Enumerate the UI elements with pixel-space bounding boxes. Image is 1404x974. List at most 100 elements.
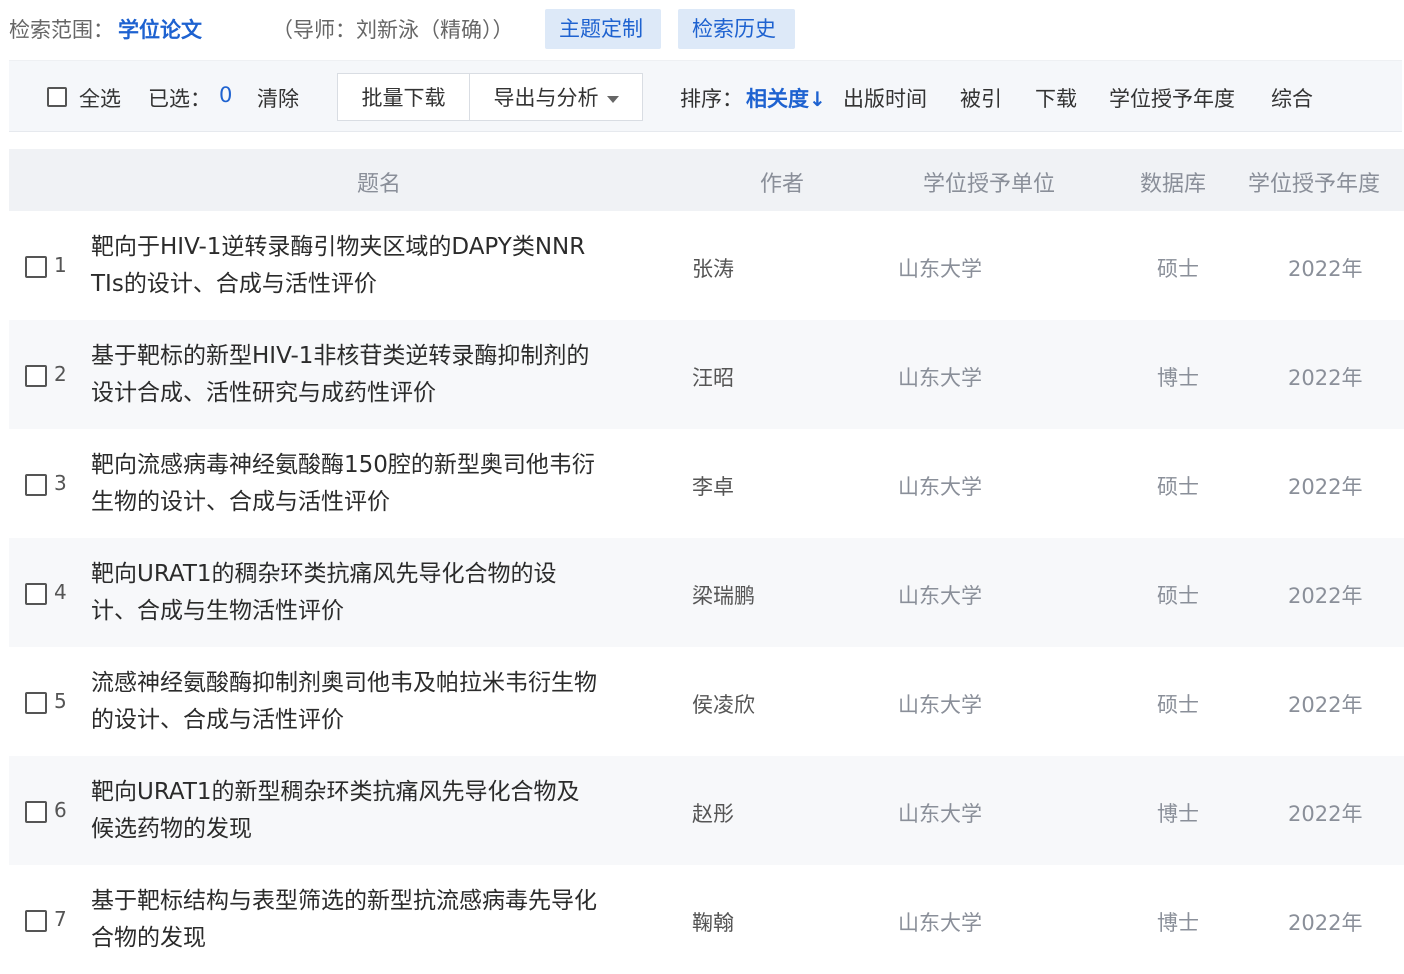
row-number: 1 xyxy=(54,253,67,277)
theme-customize-button[interactable]: 主题定制 xyxy=(545,9,661,49)
row-author-link[interactable]: 张涛 xyxy=(692,253,734,283)
table-header: 题名 作者 学位授予单位 数据库 学位授予年度 xyxy=(9,149,1404,211)
row-year: 2022年 xyxy=(1288,366,1363,390)
batch-download-label: 批量下载 xyxy=(361,86,446,110)
sort-degree-year[interactable]: 学位授予年度 xyxy=(1109,83,1235,113)
header-title: 题名 xyxy=(357,172,402,197)
row-number: 4 xyxy=(54,580,67,604)
row-title-line: 的设计、合成与活性评价 xyxy=(91,707,344,733)
sort-desc-arrow-icon: ↓ xyxy=(809,87,826,111)
row-title-link[interactable]: 基于靶标结构与表型筛选的新型抗流感病毒先导化 合物的发现 xyxy=(91,883,676,957)
results-table: 题名 作者 学位授予单位 数据库 学位授予年度 1 靶向于HIV-1逆转录酶引物… xyxy=(9,149,1404,974)
row-checkbox[interactable] xyxy=(25,474,47,496)
row-checkbox[interactable] xyxy=(25,692,47,714)
row-checkbox[interactable] xyxy=(25,365,47,387)
results-toolbar: 全选 已选： 0 清除 批量下载 导出与分析 排序： 相关度↓ 出版时间 被引 … xyxy=(9,60,1402,132)
sort-relevance-label: 相关度 xyxy=(746,87,809,111)
row-title-line: 靶向URAT1的稠杂环类抗痛风先导化合物的设 xyxy=(91,561,557,587)
row-title-line: 基于靶标的新型HIV-1非核苷类逆转录酶抑制剂的 xyxy=(91,343,590,369)
row-unit-link[interactable]: 山东大学 xyxy=(898,907,982,937)
row-author-link[interactable]: 侯凌欣 xyxy=(692,689,755,719)
row-title-line: 合物的发现 xyxy=(91,925,206,951)
sort-cited[interactable]: 被引 xyxy=(960,83,1002,113)
row-unit-link[interactable]: 山东大学 xyxy=(898,253,982,283)
scope-value-link[interactable]: 学位论文 xyxy=(118,14,202,44)
row-number: 3 xyxy=(54,471,67,495)
sort-relevance[interactable]: 相关度↓ xyxy=(746,83,826,113)
table-row: 1 靶向于HIV-1逆转录酶引物夹区域的DAPY类NNR TIs的设计、合成与活… xyxy=(9,211,1404,320)
row-title-link[interactable]: 流感神经氨酸酶抑制剂奥司他韦及帕拉米韦衍生物 的设计、合成与活性评价 xyxy=(91,665,676,739)
table-row: 7 基于靶标结构与表型筛选的新型抗流感病毒先导化 合物的发现 鞠翰 山东大学 博… xyxy=(9,865,1404,974)
row-number: 7 xyxy=(54,907,67,931)
row-author-link[interactable]: 赵彤 xyxy=(692,798,734,828)
row-title-line: 生物的设计、合成与活性评价 xyxy=(91,489,390,515)
row-unit-link[interactable]: 山东大学 xyxy=(898,798,982,828)
row-unit-link[interactable]: 山东大学 xyxy=(898,362,982,392)
row-checkbox[interactable] xyxy=(25,801,47,823)
row-title-line: TIs的设计、合成与活性评价 xyxy=(91,271,377,297)
row-title-line: 计、合成与生物活性评价 xyxy=(91,598,344,624)
header-degree-year: 学位授予年度 xyxy=(1248,172,1381,197)
row-number: 6 xyxy=(54,798,67,822)
row-unit-link[interactable]: 山东大学 xyxy=(898,580,982,610)
table-row: 5 流感神经氨酸酶抑制剂奥司他韦及帕拉米韦衍生物 的设计、合成与活性评价 侯凌欣… xyxy=(9,647,1404,756)
export-analyze-label: 导出与分析 xyxy=(493,86,599,110)
row-database: 博士 xyxy=(1157,802,1199,826)
row-title-line: 候选药物的发现 xyxy=(91,816,252,842)
row-year: 2022年 xyxy=(1288,584,1363,608)
row-unit-link[interactable]: 山东大学 xyxy=(898,471,982,501)
row-database: 硕士 xyxy=(1157,475,1199,499)
row-title-link[interactable]: 基于靶标的新型HIV-1非核苷类逆转录酶抑制剂的 设计合成、活性研究与成药性评价 xyxy=(91,338,676,412)
row-unit-link[interactable]: 山东大学 xyxy=(898,689,982,719)
row-title-line: 靶向URAT1的新型稠杂环类抗痛风先导化合物及 xyxy=(91,779,580,805)
select-all-checkbox[interactable] xyxy=(47,87,67,107)
search-scope-bar: 检索范围： 学位论文 （导师：刘新泳（精确）） 主题定制 检索历史 xyxy=(0,0,1404,60)
row-title-line: 靶向流感病毒神经氨酸酶150腔的新型奥司他韦衍 xyxy=(91,452,595,478)
row-year: 2022年 xyxy=(1288,693,1363,717)
sort-overall[interactable]: 综合 xyxy=(1271,83,1313,113)
table-row: 6 靶向URAT1的新型稠杂环类抗痛风先导化合物及 候选药物的发现 赵彤 山东大… xyxy=(9,756,1404,865)
row-title-link[interactable]: 靶向于HIV-1逆转录酶引物夹区域的DAPY类NNR TIs的设计、合成与活性评… xyxy=(91,229,676,303)
row-title-line: 基于靶标结构与表型筛选的新型抗流感病毒先导化 xyxy=(91,888,597,914)
table-row: 4 靶向URAT1的稠杂环类抗痛风先导化合物的设 计、合成与生物活性评价 梁瑞鹏… xyxy=(9,538,1404,647)
chevron-down-icon xyxy=(606,95,619,103)
mentor-filter: （导师：刘新泳（精确）） xyxy=(272,18,514,42)
row-title-line: 设计合成、活性研究与成药性评价 xyxy=(91,380,436,406)
row-checkbox[interactable] xyxy=(25,256,47,278)
row-author-link[interactable]: 鞠翰 xyxy=(692,907,734,937)
row-database: 硕士 xyxy=(1157,584,1199,608)
table-row: 3 靶向流感病毒神经氨酸酶150腔的新型奥司他韦衍 生物的设计、合成与活性评价 … xyxy=(9,429,1404,538)
row-title-line: 靶向于HIV-1逆转录酶引物夹区域的DAPY类NNR xyxy=(91,234,586,260)
table-row: 2 基于靶标的新型HIV-1非核苷类逆转录酶抑制剂的 设计合成、活性研究与成药性… xyxy=(9,320,1404,429)
selected-label: 已选： xyxy=(148,87,211,111)
row-title-link[interactable]: 靶向流感病毒神经氨酸酶150腔的新型奥司他韦衍 生物的设计、合成与活性评价 xyxy=(91,447,676,521)
row-year: 2022年 xyxy=(1288,911,1363,935)
row-author-link[interactable]: 李卓 xyxy=(692,471,734,501)
header-unit: 学位授予单位 xyxy=(923,172,1056,197)
row-number: 5 xyxy=(54,689,67,713)
export-analyze-dropdown[interactable]: 导出与分析 xyxy=(469,73,643,121)
row-database: 硕士 xyxy=(1157,257,1199,281)
row-author-link[interactable]: 梁瑞鹏 xyxy=(692,580,755,610)
selected-count: 0 xyxy=(219,83,233,107)
row-database: 博士 xyxy=(1157,366,1199,390)
row-year: 2022年 xyxy=(1288,475,1363,499)
scope-label: 检索范围： xyxy=(9,18,114,42)
row-year: 2022年 xyxy=(1288,257,1363,281)
row-title-link[interactable]: 靶向URAT1的新型稠杂环类抗痛风先导化合物及 候选药物的发现 xyxy=(91,774,676,848)
header-author: 作者 xyxy=(760,172,805,197)
row-checkbox[interactable] xyxy=(25,583,47,605)
sort-publish-time[interactable]: 出版时间 xyxy=(843,83,927,113)
row-author-link[interactable]: 汪昭 xyxy=(692,362,734,392)
select-all-label[interactable]: 全选 xyxy=(79,83,121,113)
sort-download[interactable]: 下载 xyxy=(1035,83,1077,113)
row-title-link[interactable]: 靶向URAT1的稠杂环类抗痛风先导化合物的设 计、合成与生物活性评价 xyxy=(91,556,676,630)
clear-button[interactable]: 清除 xyxy=(257,83,299,113)
batch-download-button[interactable]: 批量下载 xyxy=(337,73,470,121)
row-checkbox[interactable] xyxy=(25,910,47,932)
row-year: 2022年 xyxy=(1288,802,1363,826)
search-history-button[interactable]: 检索历史 xyxy=(678,9,795,49)
row-number: 2 xyxy=(54,362,67,386)
header-database: 数据库 xyxy=(1140,172,1207,197)
row-database: 博士 xyxy=(1157,911,1199,935)
